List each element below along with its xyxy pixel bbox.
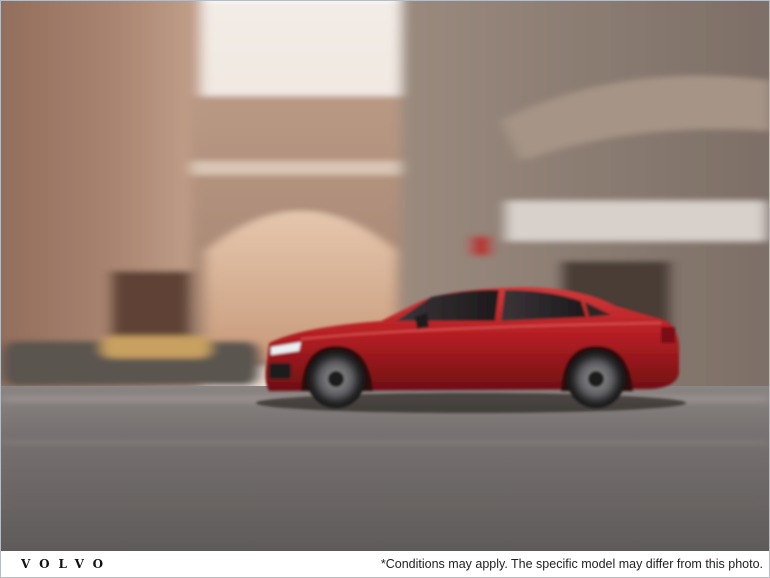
vehicle-photo: [1, 1, 769, 551]
brand-logo: VOLVO: [21, 557, 113, 571]
disclaimer-text: *Conditions may apply. The specific mode…: [380, 557, 763, 571]
footer-bar: VOLVO *Conditions may apply. The specifi…: [1, 551, 769, 577]
vehicle-card: VOLVO *Conditions may apply. The specifi…: [0, 0, 770, 578]
red-sedan-icon: [1, 1, 769, 551]
